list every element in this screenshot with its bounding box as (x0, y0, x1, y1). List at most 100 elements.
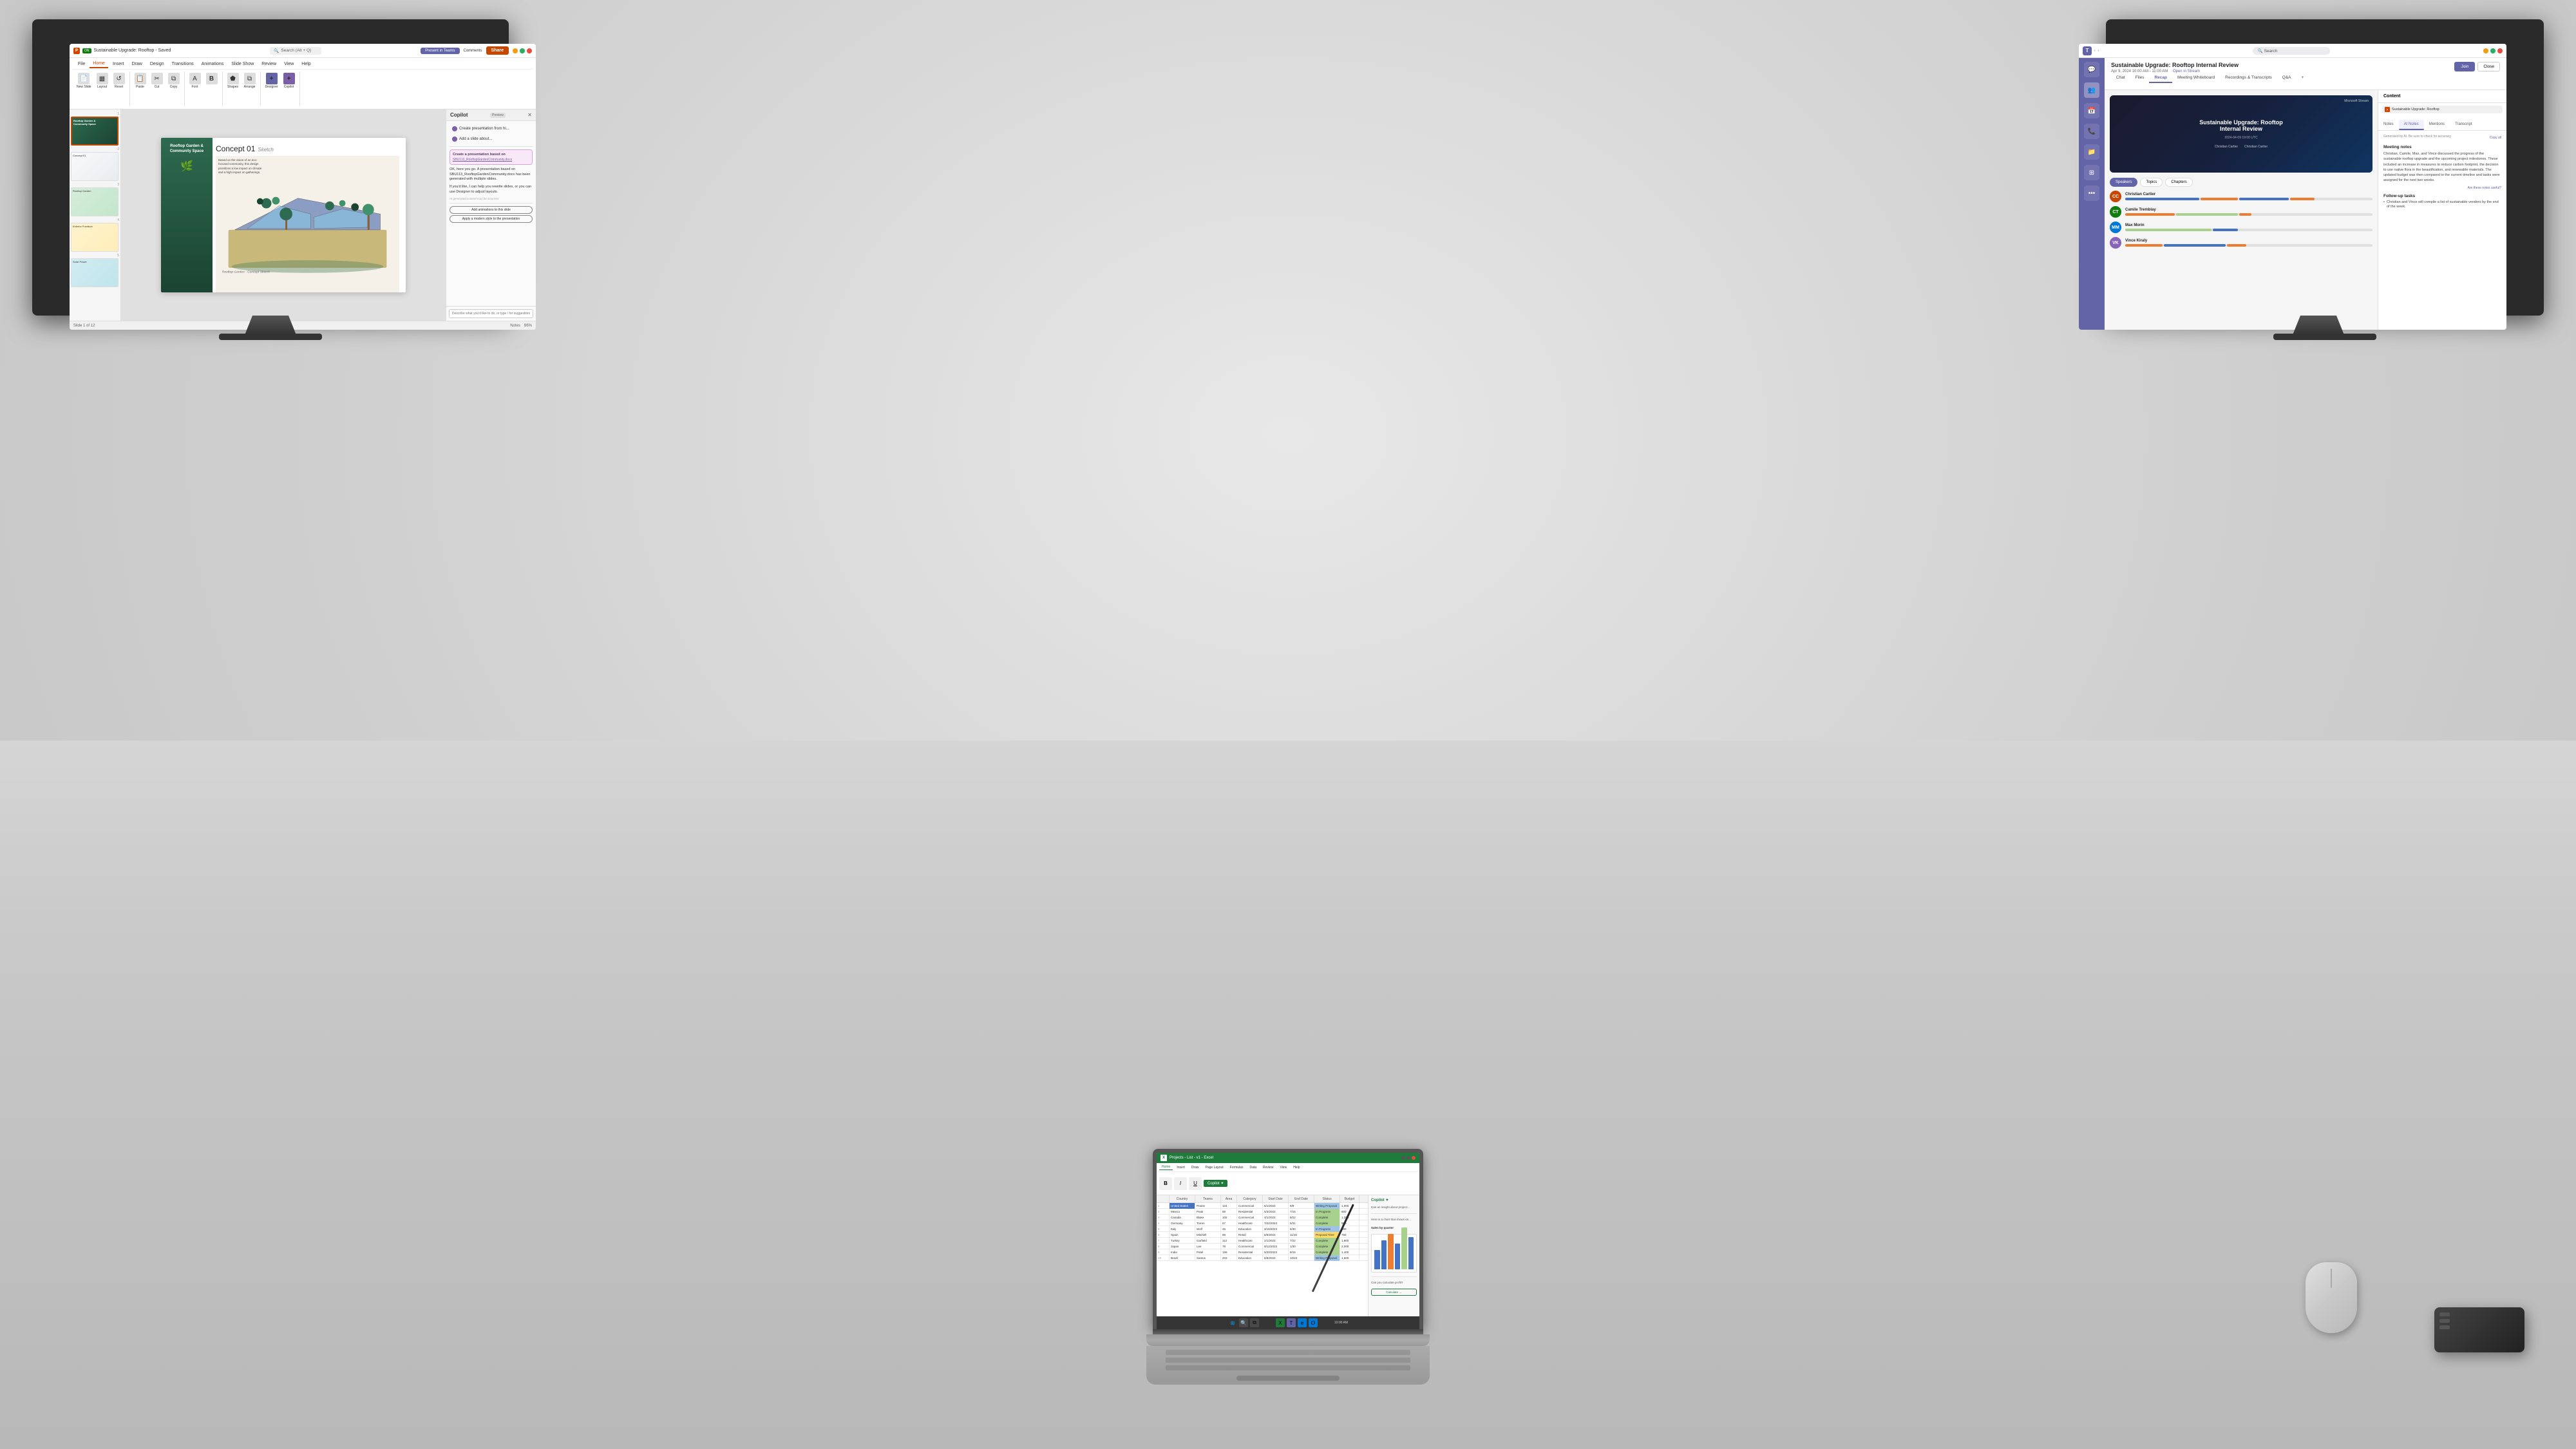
video-player[interactable]: Microsoft Teams Sustainable Upgrade: Roo… (2110, 95, 2372, 173)
maximize-button[interactable] (520, 48, 525, 53)
taskbar-icon-outlook[interactable]: O (1309, 1318, 1318, 1327)
sidebar-icon-teams[interactable]: 👥 (2084, 82, 2099, 98)
excel-bold-btn[interactable]: B (1159, 1177, 1172, 1190)
notes-tab-notes[interactable]: Notes (2378, 120, 2399, 130)
sidebar-icon-store[interactable]: ⊞ (2084, 165, 2099, 180)
sidebar-icon-more[interactable]: ••• (2084, 185, 2099, 201)
taskbar-icon-windows[interactable]: ⊞ (1228, 1318, 1237, 1327)
copilot-animate-btn[interactable]: Add animations to this slide (450, 206, 533, 214)
slide-thumb-2[interactable]: 2 Concept 01 (71, 147, 119, 181)
tab-chat[interactable]: Chat (2111, 73, 2130, 83)
excel-tab-pagelayout[interactable]: Page Layout (1203, 1165, 1226, 1170)
notes-tab-transcript[interactable]: Transcript (2450, 120, 2477, 130)
sidebar-icon-calendar[interactable]: 📅 (2084, 103, 2099, 118)
copy-btn[interactable]: ⧉ Copy (166, 71, 182, 90)
teams-search[interactable]: 🔍 Search (2253, 47, 2330, 55)
speaker-tab-topics[interactable]: Topics (2140, 178, 2163, 187)
teams-nav-back[interactable]: ‹ (2094, 49, 2096, 53)
sidebar-icon-files[interactable]: 📁 (2084, 144, 2099, 160)
close-button[interactable] (527, 48, 532, 53)
excel-maximize[interactable] (1406, 1156, 1410, 1160)
tab-add[interactable]: + (2297, 73, 2309, 83)
slide-thumb-3[interactable]: 3 Rooftop Garden (71, 183, 119, 216)
tab-files[interactable]: Files (2130, 73, 2150, 83)
layout-btn[interactable]: ▦ Layout (95, 71, 110, 90)
tab-view[interactable]: View (281, 61, 297, 68)
copilot-ribbon-btn[interactable]: ✦ Copilot (281, 71, 297, 90)
excel-tab-view[interactable]: View (1277, 1165, 1289, 1170)
tab-whiteboard[interactable]: Meeting Whiteboard (2172, 73, 2220, 83)
slide-thumb-5[interactable]: 5 Solar Power (71, 254, 119, 287)
sidebar-icon-chat[interactable]: 💬 (2084, 62, 2099, 77)
excel-tab-home[interactable]: Home (1159, 1164, 1173, 1170)
copy-all-btn[interactable]: Copy all (2490, 136, 2501, 140)
tab-design[interactable]: Design (147, 61, 167, 68)
excel-tab-help[interactable]: Help (1291, 1165, 1302, 1170)
notes-tab-mentions[interactable]: Mentions (2424, 120, 2450, 130)
taskbar-icon-taskview[interactable]: ⧉ (1250, 1318, 1259, 1327)
speaker-tab-chapters[interactable]: Chapters (2165, 178, 2192, 187)
tab-recap[interactable]: Recap (2149, 73, 2172, 83)
excel-copilot-ribbon-btn[interactable]: Copilot ✦ (1204, 1180, 1227, 1187)
excel-close[interactable] (1412, 1156, 1416, 1160)
copilot-menu-add-slide[interactable]: Add a slide about... (450, 135, 533, 144)
new-slide-btn[interactable]: 📄 New Slide (75, 71, 93, 90)
excel-underline-btn[interactable]: U (1189, 1177, 1202, 1190)
mouse[interactable] (2306, 1262, 2357, 1333)
cut-btn[interactable]: ✂ Cut (149, 71, 165, 90)
taskbar-icon-excel[interactable]: X (1276, 1318, 1285, 1327)
paste-btn[interactable]: 📋 Paste (133, 71, 148, 90)
share-button[interactable]: Share (486, 46, 509, 55)
taskbar-icon-teams[interactable]: T (1287, 1318, 1296, 1327)
tab-help[interactable]: Help (298, 61, 314, 68)
excel-minimize[interactable] (1401, 1156, 1405, 1160)
copilot-close-button[interactable]: ✕ (527, 112, 532, 118)
taskbar-icon-search[interactable]: 🔍 (1239, 1318, 1248, 1327)
taskbar-icon-edge[interactable]: e (1298, 1318, 1307, 1327)
present-teams-button[interactable]: Present in Teams (421, 48, 459, 54)
join-button[interactable]: Join (2454, 62, 2475, 71)
tab-file[interactable]: File (75, 61, 88, 68)
shapes-btn[interactable]: ⬟ Shapes (225, 71, 241, 90)
tab-slideshow[interactable]: Slide Show (228, 61, 257, 68)
teams-maximize[interactable] (2490, 48, 2496, 53)
tab-home[interactable]: Home (90, 60, 108, 68)
copilot-style-btn[interactable]: Apply a modern style to the presentation (450, 215, 533, 223)
slide-thumb-1[interactable]: 1 Rooftop Garden &Community Space (71, 112, 119, 146)
slide-thumb-4[interactable]: 4 Exterior Furniture (71, 218, 119, 252)
trackpad[interactable] (1236, 1376, 1340, 1381)
close-meeting-button[interactable]: Close (2477, 62, 2500, 71)
designer-btn[interactable]: ✦ Designer (263, 71, 280, 90)
tab-review[interactable]: Review (258, 61, 279, 68)
copilot-menu-create[interactable]: Create presentation from hi... (450, 124, 533, 133)
excel-tab-data[interactable]: Data (1247, 1165, 1259, 1170)
comments-btn[interactable]: Comments (464, 49, 482, 53)
bold-btn[interactable]: B (204, 71, 220, 86)
tab-animations[interactable]: Animations (198, 61, 227, 68)
notes-tab-ai[interactable]: AI Notes (2399, 120, 2424, 130)
excel-tab-formulas[interactable]: Formulas (1227, 1165, 1246, 1170)
teams-close[interactable] (2497, 48, 2503, 53)
tab-insert[interactable]: Insert (109, 61, 128, 68)
notes-btn[interactable]: Notes (510, 324, 520, 328)
tab-qa[interactable]: Q&A (2277, 73, 2297, 83)
excel-copilot-btn[interactable]: Calculate → (1371, 1289, 1417, 1296)
excel-tab-review[interactable]: Review (1260, 1165, 1276, 1170)
copilot-input[interactable] (449, 309, 533, 318)
notes-useful-btn[interactable]: Are these notes useful? (2383, 186, 2501, 190)
tab-recordings[interactable]: Recordings & Transcripts (2220, 73, 2277, 83)
excel-tab-draw[interactable]: Draw (1189, 1165, 1202, 1170)
speaker-tab-speakers[interactable]: Speakers (2110, 178, 2137, 187)
arrange-btn[interactable]: ⧉ Arrange (242, 71, 258, 90)
sidebar-icon-calls[interactable]: 📞 (2084, 124, 2099, 139)
font-btn[interactable]: A Font (187, 71, 203, 90)
minimize-button[interactable] (513, 48, 518, 53)
excel-italic-btn[interactable]: I (1174, 1177, 1187, 1190)
excel-tab-insert[interactable]: Insert (1174, 1165, 1188, 1170)
reset-btn[interactable]: ↺ Reset (111, 71, 127, 90)
tab-draw[interactable]: Draw (128, 61, 145, 68)
teams-minimize[interactable] (2483, 48, 2488, 53)
teams-nav-fwd[interactable]: › (2098, 49, 2099, 53)
suggestion-link[interactable]: SBU113_RooftopGardenCommunity.docx (453, 158, 529, 162)
tab-transitions[interactable]: Transitions (169, 61, 197, 68)
